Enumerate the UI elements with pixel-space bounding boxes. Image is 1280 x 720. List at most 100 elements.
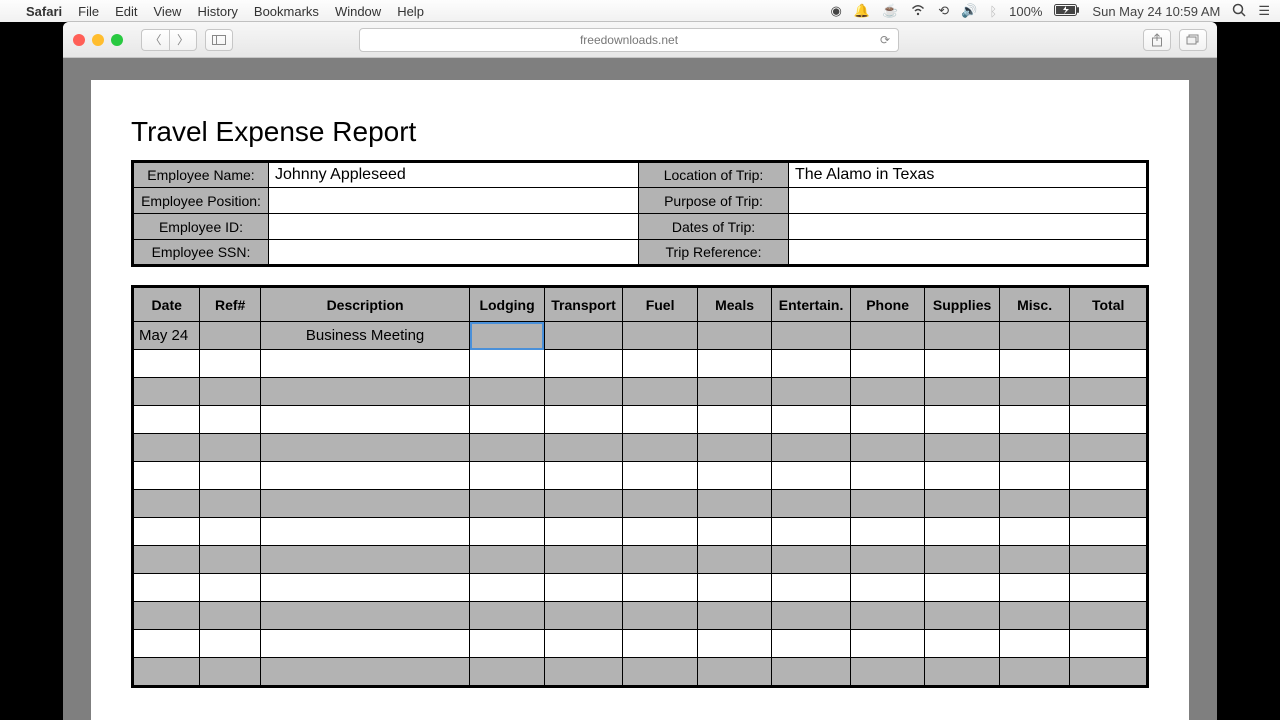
back-button[interactable]: 〈: [141, 29, 169, 51]
cell-entertain[interactable]: [772, 602, 851, 630]
cell-total[interactable]: [1070, 462, 1147, 490]
cell-date[interactable]: [134, 658, 200, 686]
menu-history[interactable]: History: [197, 4, 237, 19]
cell-date[interactable]: [134, 630, 200, 658]
cell-ref[interactable]: [200, 658, 260, 686]
cell-fuel[interactable]: [623, 658, 698, 686]
cell-total[interactable]: [1070, 630, 1147, 658]
cell-date[interactable]: [134, 602, 200, 630]
cell-lodging[interactable]: [470, 518, 545, 546]
cell-ref[interactable]: [200, 434, 260, 462]
address-bar[interactable]: freedownloads.net ⟳: [359, 28, 899, 52]
cell-meals[interactable]: [697, 602, 772, 630]
cell-transport[interactable]: [544, 406, 623, 434]
cell-ref[interactable]: [200, 630, 260, 658]
cell-phone[interactable]: [850, 378, 925, 406]
cell-ref[interactable]: [200, 602, 260, 630]
cell-meals[interactable]: [697, 630, 772, 658]
cell-desc[interactable]: [260, 574, 469, 602]
cell-date[interactable]: May 24: [134, 322, 200, 350]
cell-transport[interactable]: [544, 322, 623, 350]
app-name[interactable]: Safari: [26, 4, 62, 19]
field-purpose[interactable]: [789, 188, 1148, 214]
cell-desc[interactable]: [260, 462, 469, 490]
cell-ref[interactable]: [200, 546, 260, 574]
cell-misc[interactable]: [999, 322, 1069, 350]
field-employee-name[interactable]: Johnny Appleseed: [269, 162, 639, 188]
cell-ref[interactable]: [200, 322, 260, 350]
cell-entertain[interactable]: [772, 406, 851, 434]
cell-phone[interactable]: [850, 322, 925, 350]
cell-misc[interactable]: [999, 574, 1069, 602]
cell-total[interactable]: [1070, 658, 1147, 686]
menu-help[interactable]: Help: [397, 4, 424, 19]
cell-meals[interactable]: [697, 406, 772, 434]
cell-date[interactable]: [134, 378, 200, 406]
cell-transport[interactable]: [544, 518, 623, 546]
cell-desc[interactable]: Business Meeting: [260, 322, 469, 350]
cell-entertain[interactable]: [772, 630, 851, 658]
cell-transport[interactable]: [544, 490, 623, 518]
cell-transport[interactable]: [544, 350, 623, 378]
cell-supplies[interactable]: [925, 490, 1000, 518]
cell-supplies[interactable]: [925, 574, 1000, 602]
cell-supplies[interactable]: [925, 462, 1000, 490]
cell-fuel[interactable]: [623, 462, 698, 490]
field-employee-id[interactable]: [269, 214, 639, 240]
cell-meals[interactable]: [697, 462, 772, 490]
cell-lodging[interactable]: [470, 602, 545, 630]
cell-meals[interactable]: [697, 658, 772, 686]
close-button[interactable]: [73, 34, 85, 46]
cell-phone[interactable]: [850, 658, 925, 686]
menu-window[interactable]: Window: [335, 4, 381, 19]
cell-ref[interactable]: [200, 462, 260, 490]
cell-fuel[interactable]: [623, 406, 698, 434]
timemachine-icon[interactable]: ⟲: [938, 3, 949, 19]
cell-meals[interactable]: [697, 518, 772, 546]
cell-date[interactable]: [134, 518, 200, 546]
cell-misc[interactable]: [999, 658, 1069, 686]
cell-fuel[interactable]: [623, 630, 698, 658]
cell-date[interactable]: [134, 434, 200, 462]
cell-lodging[interactable]: [470, 546, 545, 574]
cell-phone[interactable]: [850, 546, 925, 574]
cell-phone[interactable]: [850, 434, 925, 462]
cell-supplies[interactable]: [925, 658, 1000, 686]
cell-fuel[interactable]: [623, 350, 698, 378]
cell-meals[interactable]: [697, 574, 772, 602]
cell-total[interactable]: [1070, 322, 1147, 350]
cell-transport[interactable]: [544, 546, 623, 574]
cell-entertain[interactable]: [772, 574, 851, 602]
cell-date[interactable]: [134, 546, 200, 574]
cell-ref[interactable]: [200, 518, 260, 546]
field-employee-ssn[interactable]: [269, 240, 639, 266]
cell-entertain[interactable]: [772, 322, 851, 350]
cell-ref[interactable]: [200, 350, 260, 378]
cell-supplies[interactable]: [925, 546, 1000, 574]
cell-misc[interactable]: [999, 378, 1069, 406]
wifi-icon[interactable]: [910, 4, 926, 19]
cell-supplies[interactable]: [925, 350, 1000, 378]
cell-misc[interactable]: [999, 434, 1069, 462]
cell-phone[interactable]: [850, 406, 925, 434]
cell-misc[interactable]: [999, 602, 1069, 630]
cell-lodging[interactable]: [470, 434, 545, 462]
cell-supplies[interactable]: [925, 434, 1000, 462]
cell-misc[interactable]: [999, 490, 1069, 518]
cell-entertain[interactable]: [772, 546, 851, 574]
target-icon[interactable]: ◉: [831, 3, 842, 19]
volume-icon[interactable]: 🔊: [961, 3, 977, 19]
cell-transport[interactable]: [544, 378, 623, 406]
menu-bookmarks[interactable]: Bookmarks: [254, 4, 319, 19]
cell-phone[interactable]: [850, 462, 925, 490]
reload-icon[interactable]: ⟳: [880, 33, 890, 47]
cell-date[interactable]: [134, 462, 200, 490]
cell-fuel[interactable]: [623, 322, 698, 350]
cell-entertain[interactable]: [772, 518, 851, 546]
cell-ref[interactable]: [200, 574, 260, 602]
menu-view[interactable]: View: [154, 4, 182, 19]
menu-edit[interactable]: Edit: [115, 4, 137, 19]
notification-icon[interactable]: 🔔: [854, 3, 870, 19]
clock[interactable]: Sun May 24 10:59 AM: [1092, 4, 1220, 19]
share-button[interactable]: [1143, 29, 1171, 51]
